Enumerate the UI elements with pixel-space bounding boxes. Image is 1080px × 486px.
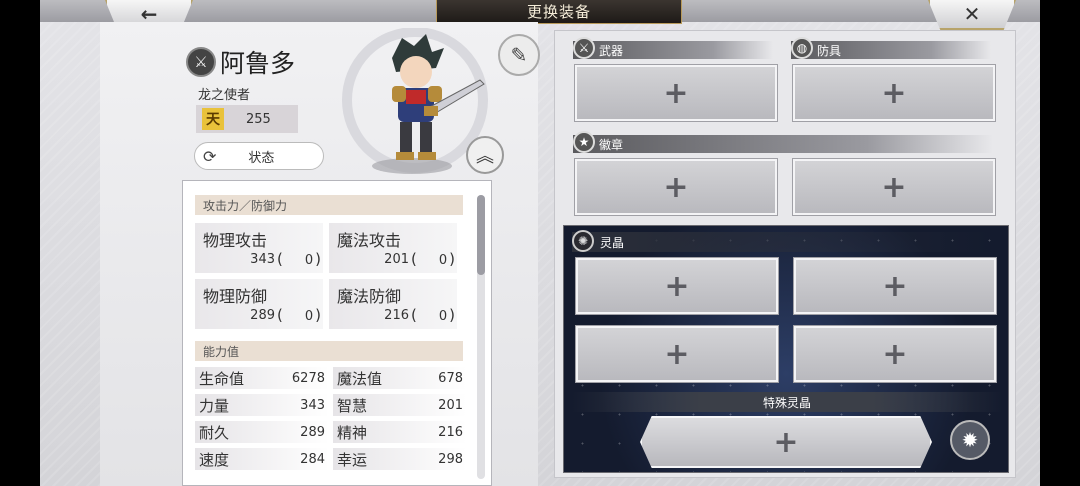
hero-title: 龙之使者 bbox=[198, 88, 251, 103]
stat-card-physical-defense: 物理防御 289 0 bbox=[195, 279, 323, 329]
equipment-panel: 武器 ⚔ 防具 ◍ + + 徽章 ★ + + ✺ 灵晶 + + + + 特殊灵晶… bbox=[554, 30, 1016, 478]
refresh-icon: ⟳ bbox=[203, 146, 217, 166]
emblem-slot-2[interactable]: + bbox=[793, 159, 995, 215]
ability-value: 289 bbox=[300, 424, 325, 440]
crystal-slot-1[interactable]: + bbox=[576, 258, 778, 314]
stat-card-magic-defense: 魔法防御 216 0 bbox=[329, 279, 457, 329]
ability-value: 284 bbox=[300, 451, 325, 467]
ability-row-endurance: 耐久 289 bbox=[195, 421, 329, 443]
weapon-icon: ⚔ bbox=[573, 37, 595, 59]
character-panel: ⚔ 阿鲁多 龙之使者 天 255 ⟳ 状态 ✎ ︽ 攻击力／防御力 物理攻击 3… bbox=[100, 22, 540, 486]
crystal-slot-2[interactable]: + bbox=[794, 258, 996, 314]
stat-value: 216 bbox=[384, 308, 409, 323]
stats-box: 攻击力／防御力 物理攻击 343 0 魔法攻击 201 0 物理防御 289 0… bbox=[182, 180, 492, 486]
emblem-slot-1[interactable]: + bbox=[575, 159, 777, 215]
stat-label: 物理攻击 bbox=[203, 231, 268, 250]
ability-row-speed: 速度 284 bbox=[195, 448, 329, 470]
stat-card-magic-attack: 魔法攻击 201 0 bbox=[329, 223, 457, 273]
crystal-icon: ✺ bbox=[572, 230, 594, 252]
ability-value: 298 bbox=[438, 451, 463, 467]
ability-row-luck: 幸运 298 bbox=[333, 448, 467, 470]
ability-label: 力量 bbox=[199, 396, 230, 415]
rank-icon: 天 bbox=[202, 108, 224, 130]
ability-header: 能力值 bbox=[195, 341, 463, 361]
crystal-header: ✺ 灵晶 bbox=[572, 230, 992, 252]
ability-label: 幸运 bbox=[337, 450, 368, 469]
stat-bonus: 0 bbox=[277, 250, 321, 268]
memo-button[interactable]: ✎ bbox=[498, 34, 540, 76]
rank-value: 255 bbox=[246, 111, 271, 127]
collapse-up-button[interactable]: ︽ bbox=[466, 136, 504, 174]
ability-row-hp: 生命值 6278 bbox=[195, 367, 329, 389]
ability-label: 生命值 bbox=[199, 369, 245, 388]
stat-label: 物理防御 bbox=[203, 287, 268, 306]
ability-row-wisdom: 智慧 201 bbox=[333, 394, 467, 416]
ability-label: 耐久 bbox=[199, 423, 230, 442]
close-icon: ✕ bbox=[963, 2, 981, 26]
stat-bonus: 0 bbox=[411, 306, 455, 324]
stat-value: 343 bbox=[250, 252, 275, 267]
special-crystal-info-button[interactable]: ✹ bbox=[950, 420, 990, 460]
weapon-slot-header: 武器 bbox=[573, 41, 773, 59]
stat-label: 魔法攻击 bbox=[337, 231, 402, 250]
crystal-slot-4[interactable]: + bbox=[794, 326, 996, 382]
status-button-label: 状态 bbox=[248, 150, 275, 166]
stat-value: 201 bbox=[384, 252, 409, 267]
ability-value: 678 bbox=[438, 370, 463, 386]
hero-name: 阿鲁多 bbox=[220, 49, 296, 78]
weapon-type-icon: ⚔ bbox=[186, 47, 216, 77]
ability-label: 魔法值 bbox=[337, 369, 383, 388]
ability-row-strength: 力量 343 bbox=[195, 394, 329, 416]
rank-box: 天 255 bbox=[196, 105, 298, 133]
status-button[interactable]: ⟳ 状态 bbox=[194, 142, 324, 170]
ability-value: 216 bbox=[438, 424, 463, 440]
stat-bonus: 0 bbox=[277, 306, 321, 324]
page-title: 更换装备 bbox=[436, 0, 682, 24]
armor-slot[interactable]: + bbox=[793, 65, 995, 121]
ability-value: 6278 bbox=[291, 370, 325, 386]
emblem-icon: ★ bbox=[573, 131, 595, 153]
armor-icon: ◍ bbox=[791, 37, 813, 59]
attack-defense-header: 攻击力／防御力 bbox=[195, 195, 463, 215]
scroll-thumb[interactable] bbox=[477, 195, 485, 275]
hero-name-row: ⚔ 阿鲁多 bbox=[186, 44, 295, 80]
crystal-panel: ✺ 灵晶 + + + + 特殊灵晶 + ✹ bbox=[563, 225, 1009, 473]
memo-icon: ✎ bbox=[510, 43, 528, 67]
special-crystal-slot[interactable]: + bbox=[640, 416, 932, 468]
ability-label: 速度 bbox=[199, 450, 230, 469]
stat-bonus: 0 bbox=[411, 250, 455, 268]
chevron-up-icon: ︽ bbox=[476, 146, 494, 167]
ability-row-spirit: 精神 216 bbox=[333, 421, 467, 443]
armor-slot-header: 防具 bbox=[791, 41, 991, 59]
stat-label: 魔法防御 bbox=[337, 287, 402, 306]
special-crystal-header: 特殊灵晶 bbox=[572, 392, 1002, 412]
ability-row-mp: 魔法值 678 bbox=[333, 367, 467, 389]
ability-value: 201 bbox=[438, 397, 463, 413]
ability-value: 343 bbox=[300, 397, 325, 413]
sparkle-icon: ✹ bbox=[961, 428, 979, 452]
close-button[interactable]: ✕ bbox=[928, 0, 1016, 30]
stats-scrollbar[interactable] bbox=[477, 195, 485, 479]
crystal-header-label: 灵晶 bbox=[600, 235, 625, 250]
crystal-slot-3[interactable]: + bbox=[576, 326, 778, 382]
ability-label: 精神 bbox=[337, 423, 368, 442]
ability-label: 智慧 bbox=[337, 396, 368, 415]
stat-card-physical-attack: 物理攻击 343 0 bbox=[195, 223, 323, 273]
weapon-slot[interactable]: + bbox=[575, 65, 777, 121]
emblem-slot-header: 徽章 bbox=[573, 135, 993, 153]
equipment-screen: ← 更换装备 ✕ ⚔ 阿鲁多 龙之使者 天 255 ⟳ 状态 ✎ ︽ 攻击力／防… bbox=[40, 0, 1040, 486]
stat-value: 289 bbox=[250, 308, 275, 323]
